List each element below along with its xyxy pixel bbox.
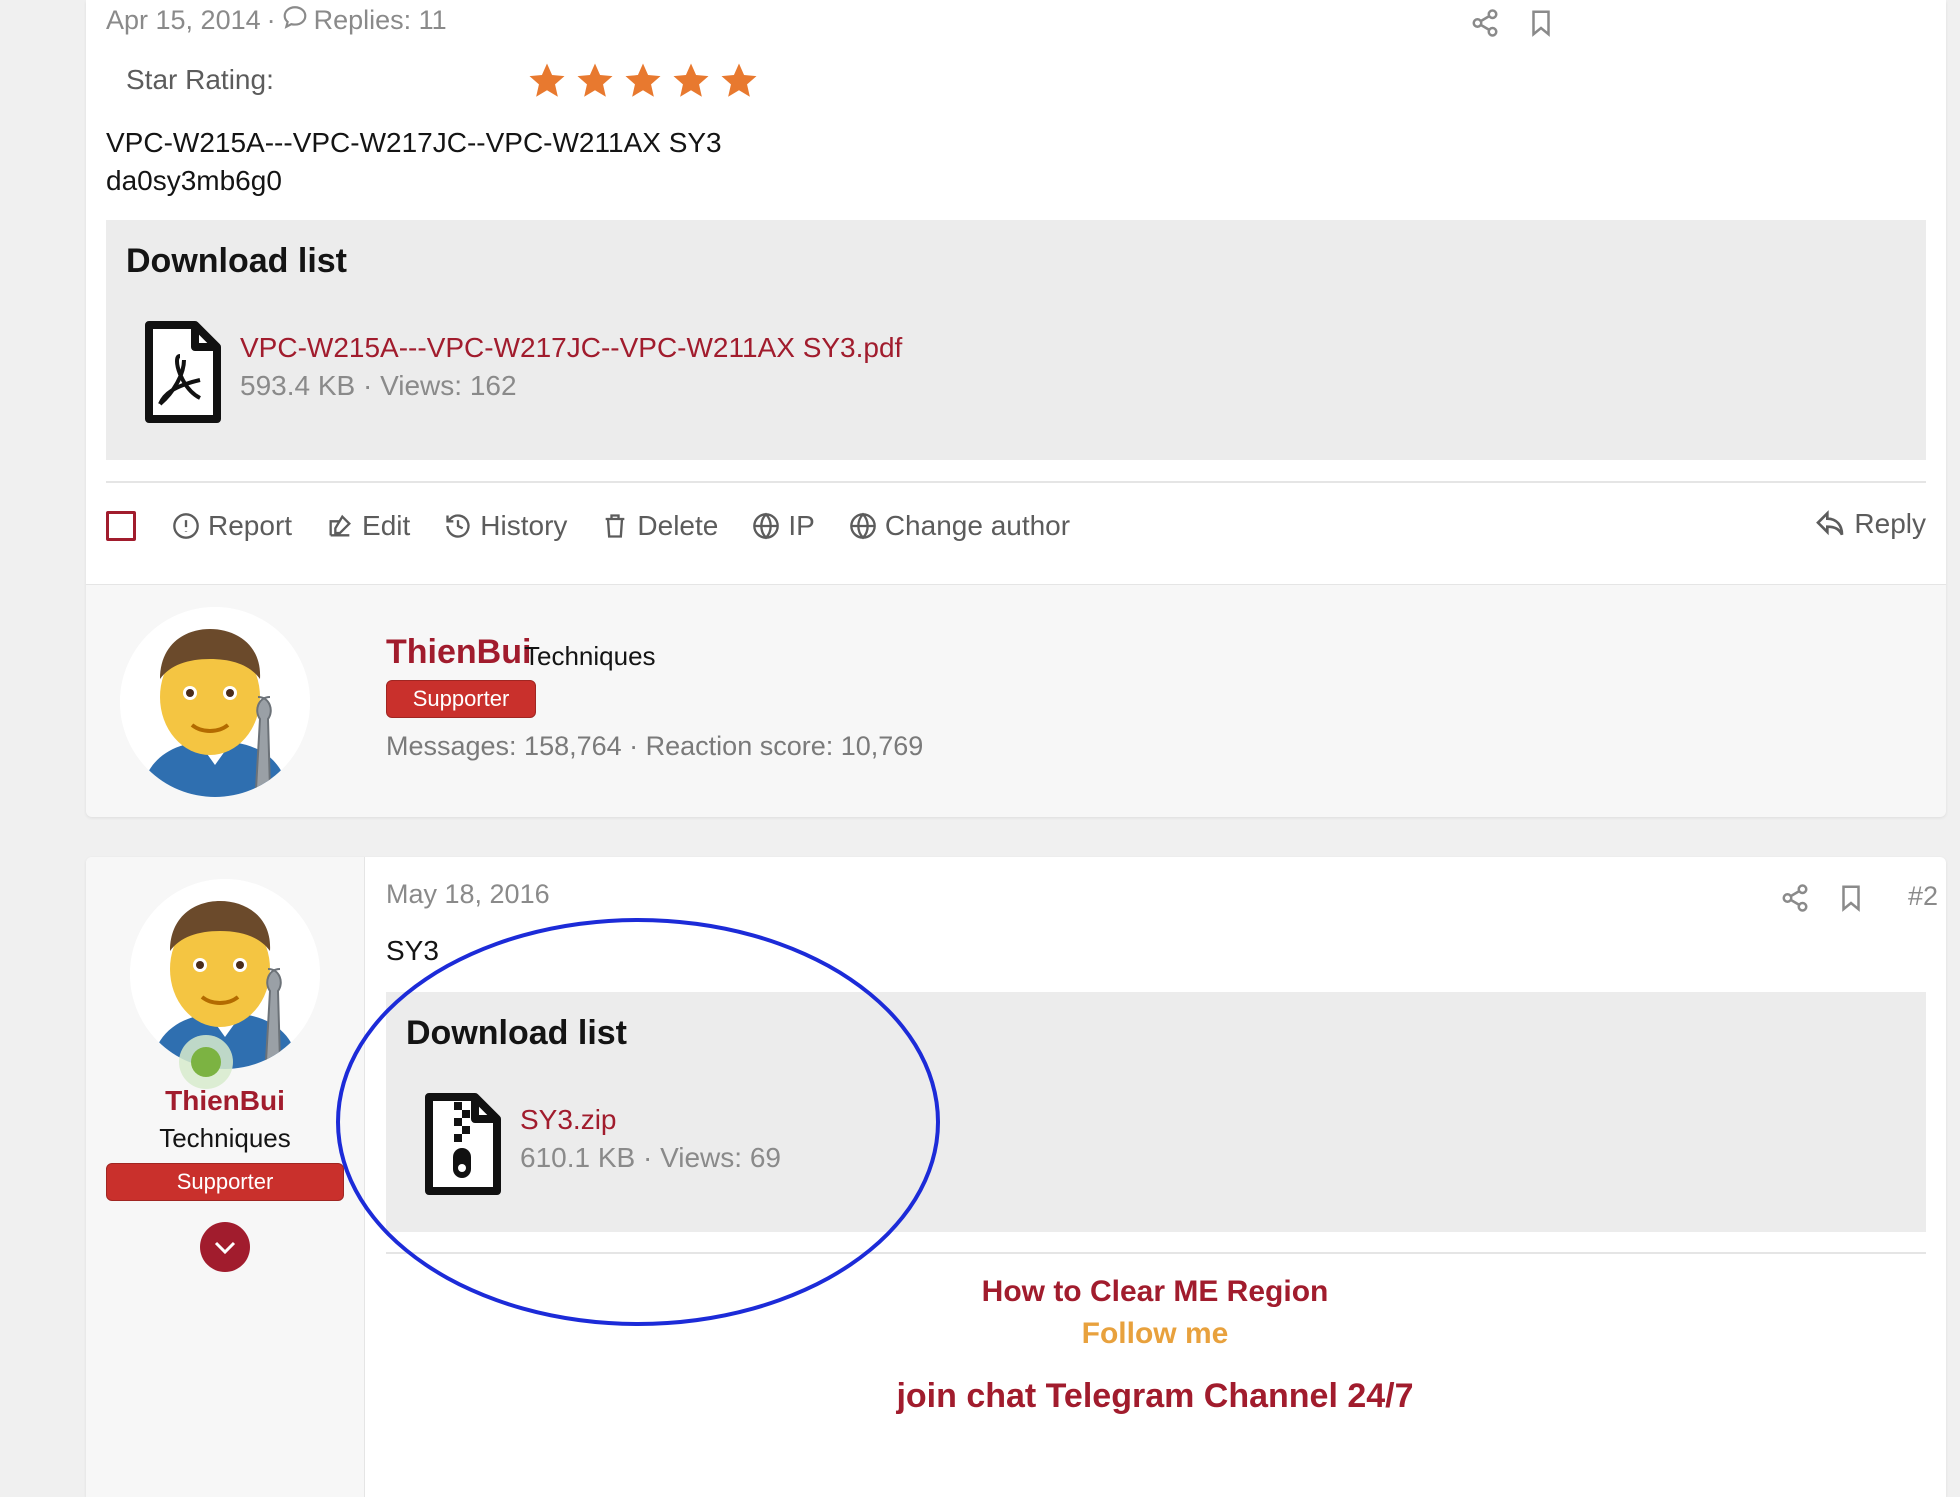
post-body-line: VPC-W215A---VPC-W217JC--VPC-W211AX SY3 (106, 127, 722, 158)
star-rating (526, 60, 760, 102)
supporter-badge: Supporter (106, 1163, 344, 1201)
star-icon (526, 60, 568, 102)
avatar[interactable] (130, 879, 320, 1069)
attachment-link[interactable]: SY3.zip (520, 1104, 617, 1136)
zip-file-icon[interactable] (424, 1092, 502, 1196)
change-author-label: Change author (884, 510, 1071, 541)
divider (386, 1252, 1926, 1254)
expand-user-info-button[interactable] (200, 1222, 250, 1272)
history-icon (446, 514, 470, 538)
edit-label: Edit (362, 510, 411, 541)
alert-circle-icon (173, 513, 199, 539)
history-label: History (480, 510, 568, 541)
star-rating-label: Star Rating: (126, 64, 274, 95)
ip-button[interactable]: IP (752, 510, 815, 542)
download-list-title: Download list (126, 242, 347, 280)
replies-count: Replies: 11 (313, 5, 447, 35)
meta-separator: · (266, 5, 276, 35)
star-icon (574, 60, 616, 102)
share-icon[interactable] (1780, 883, 1810, 913)
globe-icon (849, 512, 876, 540)
avatar[interactable] (120, 607, 310, 797)
online-status-icon (179, 1035, 233, 1089)
star-icon (622, 60, 664, 102)
author-name[interactable]: ThienBui (86, 1085, 364, 1117)
signature-link-follow[interactable]: Follow me (364, 1317, 1946, 1351)
download-list: Download list SY3.zip 610.1 KB · Views: … (386, 992, 1926, 1232)
signature-link-clear-me[interactable]: How to Clear ME Region (364, 1275, 1946, 1309)
author-box: ThienBui Techniques Supporter Messages: … (86, 584, 1946, 817)
download-list-title: Download list (406, 1014, 627, 1052)
history-button[interactable]: History (444, 510, 567, 542)
star-icon (718, 60, 760, 102)
reply-label: Reply (1854, 508, 1926, 539)
report-button[interactable]: Report (172, 510, 292, 542)
divider (106, 481, 1926, 483)
post-body: SY3 (386, 935, 439, 966)
author-name[interactable]: ThienBui (386, 633, 531, 672)
post-date[interactable]: May 18, 2016 (386, 879, 550, 910)
share-icon[interactable] (1470, 8, 1500, 38)
attachment-link[interactable]: VPC-W215A---VPC-W217JC--VPC-W211AX SY3.p… (240, 332, 902, 364)
post-body: VPC-W215A---VPC-W217JC--VPC-W211AX SY3 d… (106, 124, 722, 200)
reply-icon (1816, 510, 1844, 536)
post-date[interactable]: Apr 15, 2014 (106, 5, 261, 36)
post-1: Apr 15, 2014 · Replies: 11 Star Rating: … (86, 0, 1946, 817)
post-meta: Apr 15, 2014 · Replies: 11 (106, 4, 447, 37)
post-actions: Report Edit History Delete IP Change aut… (106, 510, 1104, 542)
edit-button[interactable]: Edit (326, 510, 410, 542)
author-stats: Messages: 158,764 · Reaction score: 10,7… (386, 731, 924, 761)
user-sidebar: ThienBui Techniques Supporter (86, 857, 365, 1497)
chevron-down-icon (214, 1241, 236, 1255)
change-author-button[interactable]: Change author (849, 510, 1070, 542)
download-list: Download list VPC-W215A---VPC-W217JC--VP… (106, 220, 1926, 460)
signature-link-telegram[interactable]: join chat Telegram Channel 24/7 (364, 1377, 1946, 1416)
reply-button[interactable]: Reply (1814, 508, 1926, 540)
bookmark-icon[interactable] (1526, 8, 1556, 38)
delete-label: Delete (637, 510, 719, 541)
globe-icon (753, 512, 780, 540)
delete-button[interactable]: Delete (601, 510, 718, 542)
post-2: ThienBui Techniques Supporter May 18, 20… (86, 857, 1946, 1497)
supporter-badge: Supporter (386, 680, 536, 718)
post-number-link[interactable]: #2 (1908, 881, 1938, 912)
trash-icon (606, 514, 625, 538)
bookmark-icon[interactable] (1836, 883, 1866, 913)
ip-label: IP (788, 510, 815, 541)
attachment-meta: 593.4 KB · Views: 162 (240, 370, 517, 401)
author-title: Techniques (524, 641, 656, 671)
attachment-meta: 610.1 KB · Views: 69 (520, 1142, 781, 1173)
comment-icon (282, 4, 308, 37)
pdf-file-icon[interactable] (144, 320, 222, 424)
author-title: Techniques (159, 1123, 291, 1153)
select-checkbox[interactable] (106, 511, 136, 541)
report-label: Report (208, 510, 293, 541)
star-icon (670, 60, 712, 102)
post-body-line: da0sy3mb6g0 (106, 165, 282, 196)
edit-icon (329, 514, 352, 537)
